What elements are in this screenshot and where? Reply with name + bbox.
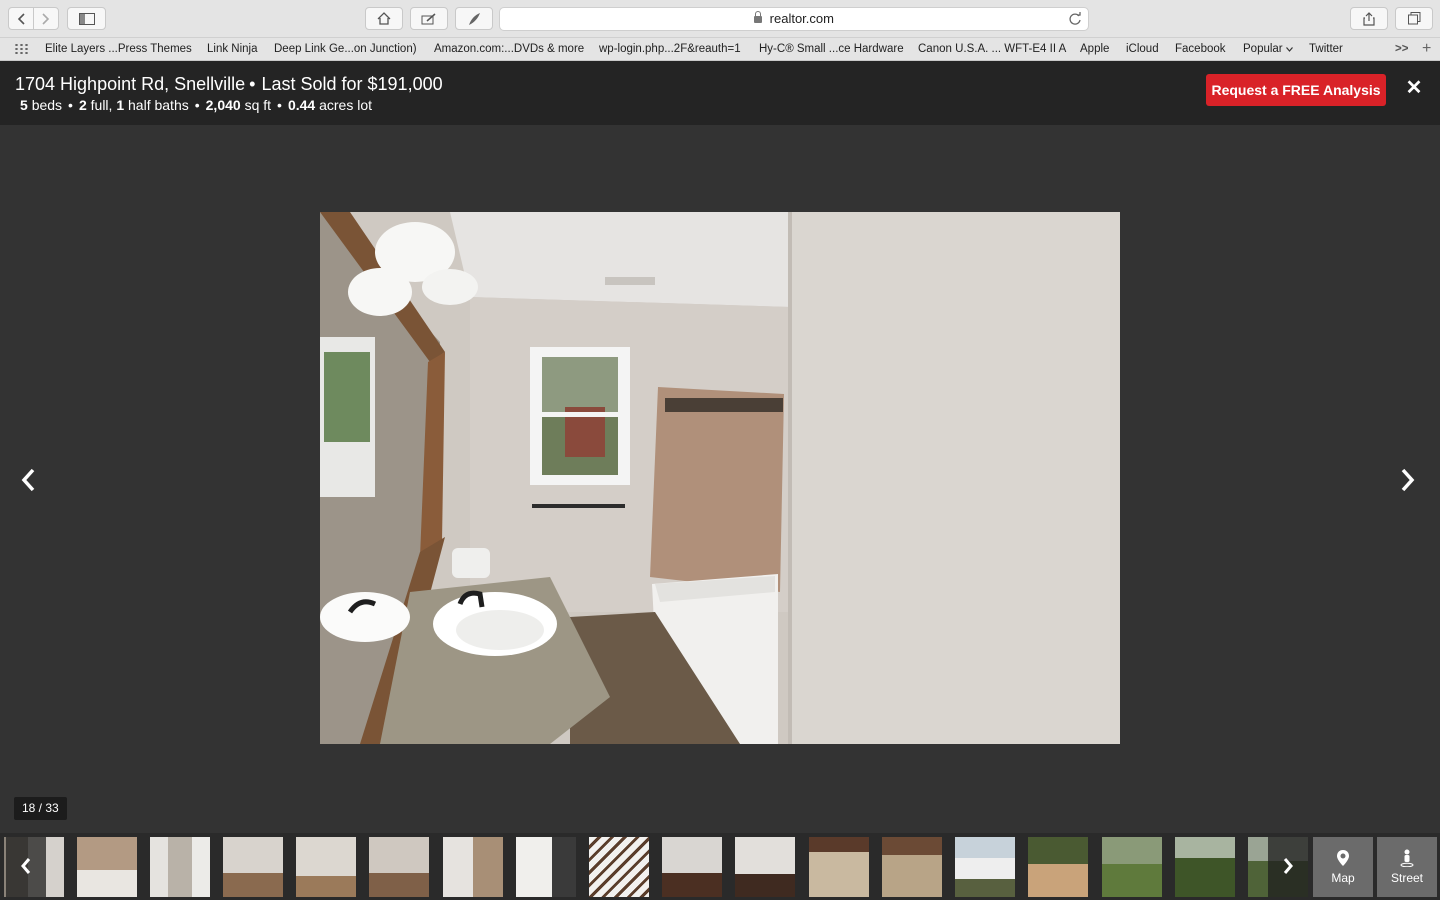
chevron-right-icon: [1283, 858, 1293, 874]
thumbnail[interactable]: [296, 837, 356, 897]
bookmarks-bar: Elite Layers ...Press Themes Link Ninja …: [0, 38, 1440, 61]
bookmark-item[interactable]: Deep Link Ge...on Junction): [274, 43, 417, 55]
home-button[interactable]: [365, 7, 403, 30]
address-bar[interactable]: realtor.com: [499, 7, 1089, 31]
pencil-icon: [421, 12, 436, 24]
thumbnail[interactable]: [589, 837, 649, 897]
listing-title: 1704 Highpoint Rd, Snellville • Last Sold …: [15, 74, 443, 95]
bookmark-folder-popular[interactable]: Popular: [1243, 43, 1293, 55]
tabs-icon: [1407, 12, 1420, 25]
new-tab-button[interactable]: +: [1422, 40, 1431, 58]
bookmark-item[interactable]: Elite Layers ...Press Themes: [45, 43, 192, 55]
share-icon: [1363, 11, 1375, 26]
chevron-down-icon: [1285, 47, 1293, 52]
beds-label: beds: [31, 97, 63, 113]
map-label: Map: [1331, 871, 1355, 885]
lock-icon: [754, 11, 763, 23]
beds-count: 5: [20, 97, 28, 113]
sqft-value: 2,040: [205, 97, 241, 113]
street-label: Street: [1390, 871, 1423, 885]
details-bullet: •: [68, 97, 73, 113]
map-view-button[interactable]: Map: [1313, 837, 1373, 897]
photo-counter: 18 / 33: [14, 797, 67, 820]
listing-address: 1704 Highpoint Rd, Snellville: [15, 74, 246, 94]
thumbnail[interactable]: [150, 837, 210, 897]
thumbnail-strip: Map Street: [0, 833, 1440, 900]
extension-button[interactable]: [455, 7, 493, 30]
details-bullet: •: [277, 97, 282, 113]
thumbnails-next-button[interactable]: [1268, 837, 1308, 897]
lot-size-value: 0.44: [287, 97, 316, 113]
bookmark-item[interactable]: iCloud: [1126, 43, 1159, 55]
thumbnail[interactable]: [516, 837, 576, 897]
more-bookmarks-button[interactable]: >>: [1395, 43, 1408, 55]
thumbnails-prev-button[interactable]: [6, 837, 46, 897]
bookmark-item[interactable]: Apple: [1080, 43, 1109, 55]
chevron-left-icon: [21, 468, 35, 492]
home-icon: [377, 12, 391, 25]
browser-toolbar: realtor.com: [0, 0, 1440, 38]
thumbnail[interactable]: [735, 837, 795, 897]
street-view-button[interactable]: Street: [1377, 837, 1437, 897]
thumbnail[interactable]: [955, 837, 1015, 897]
share-button[interactable]: [1350, 7, 1388, 30]
bookmark-item[interactable]: Facebook: [1175, 43, 1226, 55]
feather-icon: [469, 12, 480, 25]
bathroom-photo: [320, 212, 1120, 744]
next-photo-button[interactable]: [1393, 468, 1423, 498]
chevron-left-icon: [21, 858, 31, 874]
thumbnail[interactable]: [1175, 837, 1235, 897]
back-button[interactable]: [8, 7, 34, 30]
bookmark-item[interactable]: Twitter: [1309, 43, 1343, 55]
thumbnail[interactable]: [809, 837, 869, 897]
thumbnail[interactable]: [369, 837, 429, 897]
chevron-right-icon: [1401, 468, 1415, 492]
half-baths-count: 1: [116, 97, 125, 113]
listing-details: 5 beds • 2 full, 1 half baths • 2,040 sq ft •…: [20, 97, 372, 113]
request-analysis-button[interactable]: Request a FREE Analysis: [1206, 74, 1386, 106]
full-baths-count: 2: [78, 97, 87, 113]
bookmark-item[interactable]: Amazon.com:...DVDs & more: [434, 43, 584, 55]
thumbnail[interactable]: [223, 837, 283, 897]
address-text: realtor.com: [769, 11, 834, 26]
map-pin-icon: [1337, 850, 1349, 866]
close-icon[interactable]: ✕: [1404, 78, 1424, 98]
thumbnail[interactable]: [1028, 837, 1088, 897]
bookmark-label: Popular: [1243, 43, 1283, 55]
chevron-right-icon: [42, 12, 50, 25]
thumbnail[interactable]: [443, 837, 503, 897]
bookmark-item[interactable]: wp-login.php...2F&reauth=1: [599, 43, 741, 55]
thumbnail[interactable]: [882, 837, 942, 897]
bookmark-item[interactable]: Link Ninja: [207, 43, 258, 55]
thumbnail[interactable]: [77, 837, 137, 897]
notes-button[interactable]: [410, 7, 448, 30]
lot-size-label: acres lot: [319, 97, 373, 113]
bookmark-item[interactable]: Canon U.S.A. ... WFT-E4 II A: [918, 43, 1066, 55]
title-bullet: •: [249, 74, 256, 94]
forward-button[interactable]: [33, 7, 59, 30]
apps-grid-icon[interactable]: [14, 43, 30, 55]
half-baths-label: half baths: [128, 97, 189, 113]
details-bullet: •: [194, 97, 200, 113]
listing-sold-price: Last Sold for $191,000: [261, 74, 443, 94]
tabs-overview-button[interactable]: [1395, 7, 1433, 30]
bookmark-item[interactable]: Hy-C® Small ...ce Hardware: [759, 43, 904, 55]
main-photo: [320, 212, 1120, 744]
sqft-label: sq ft: [244, 97, 272, 113]
reload-icon[interactable]: [1068, 8, 1082, 30]
thumbnail[interactable]: [1102, 837, 1162, 897]
full-baths-label: full,: [90, 97, 113, 113]
sidebar-button[interactable]: [67, 7, 106, 30]
previous-photo-button[interactable]: [13, 468, 43, 498]
chevron-left-icon: [17, 12, 25, 25]
sidebar-icon: [78, 12, 95, 25]
listing-header: 1704 Highpoint Rd, Snellville • Last Sold …: [0, 61, 1440, 125]
thumbnail[interactable]: [662, 837, 722, 897]
street-person-icon: [1400, 849, 1414, 867]
